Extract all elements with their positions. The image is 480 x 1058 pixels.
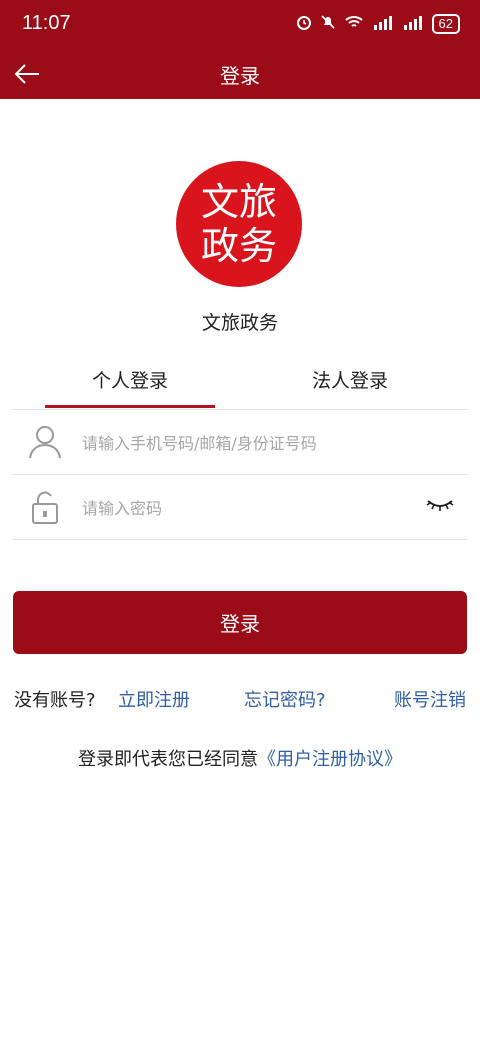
user-icon <box>28 424 62 460</box>
no-account-label: 没有账号? <box>14 690 96 711</box>
password-field <box>12 475 468 539</box>
logo-text-line1: 文旅 <box>200 180 277 224</box>
status-bar: 11:07 62 <box>0 0 480 48</box>
divider <box>12 539 468 540</box>
links-row: 没有账号? 立即注册 忘记密码? 账号注销 <box>0 686 480 716</box>
page-title: 登录 <box>220 64 260 88</box>
cancel-account-link[interactable]: 账号注销 <box>394 686 466 712</box>
login-button[interactable]: 登录 <box>13 591 467 654</box>
account-input[interactable] <box>80 420 414 466</box>
mute-icon <box>320 14 336 34</box>
app-name: 文旅政务 <box>201 312 278 334</box>
status-time: 11:07 <box>22 12 71 34</box>
app-logo: 文旅 政务 <box>176 161 302 287</box>
eye-closed-icon[interactable] <box>426 497 454 513</box>
active-tab-indicator <box>45 405 215 408</box>
forgot-password-link[interactable]: 忘记密码? <box>244 686 326 712</box>
signal-icon-1 <box>372 14 394 34</box>
logo-text-line2: 政务 <box>200 224 277 268</box>
user-agreement-link[interactable]: 《用户注册协议》 <box>258 749 402 770</box>
signal-icon-2 <box>402 14 424 34</box>
lock-icon <box>28 489 62 525</box>
status-icons: 62 <box>296 14 460 34</box>
tab-personal-login[interactable]: 个人登录 <box>30 366 230 393</box>
wifi-icon <box>344 14 364 34</box>
password-input[interactable] <box>80 485 414 531</box>
agreement-label: 登录即代表您已经同意 <box>78 749 258 770</box>
agreement-text: 登录即代表您已经同意《用户注册协议》 <box>0 745 480 771</box>
tab-corporate-login[interactable]: 法人登录 <box>250 366 450 393</box>
alarm-icon <box>296 14 312 34</box>
account-field <box>12 410 468 474</box>
register-link[interactable]: 立即注册 <box>118 686 190 712</box>
app-bar: 登录 <box>0 48 480 99</box>
battery-indicator: 62 <box>431 14 460 34</box>
